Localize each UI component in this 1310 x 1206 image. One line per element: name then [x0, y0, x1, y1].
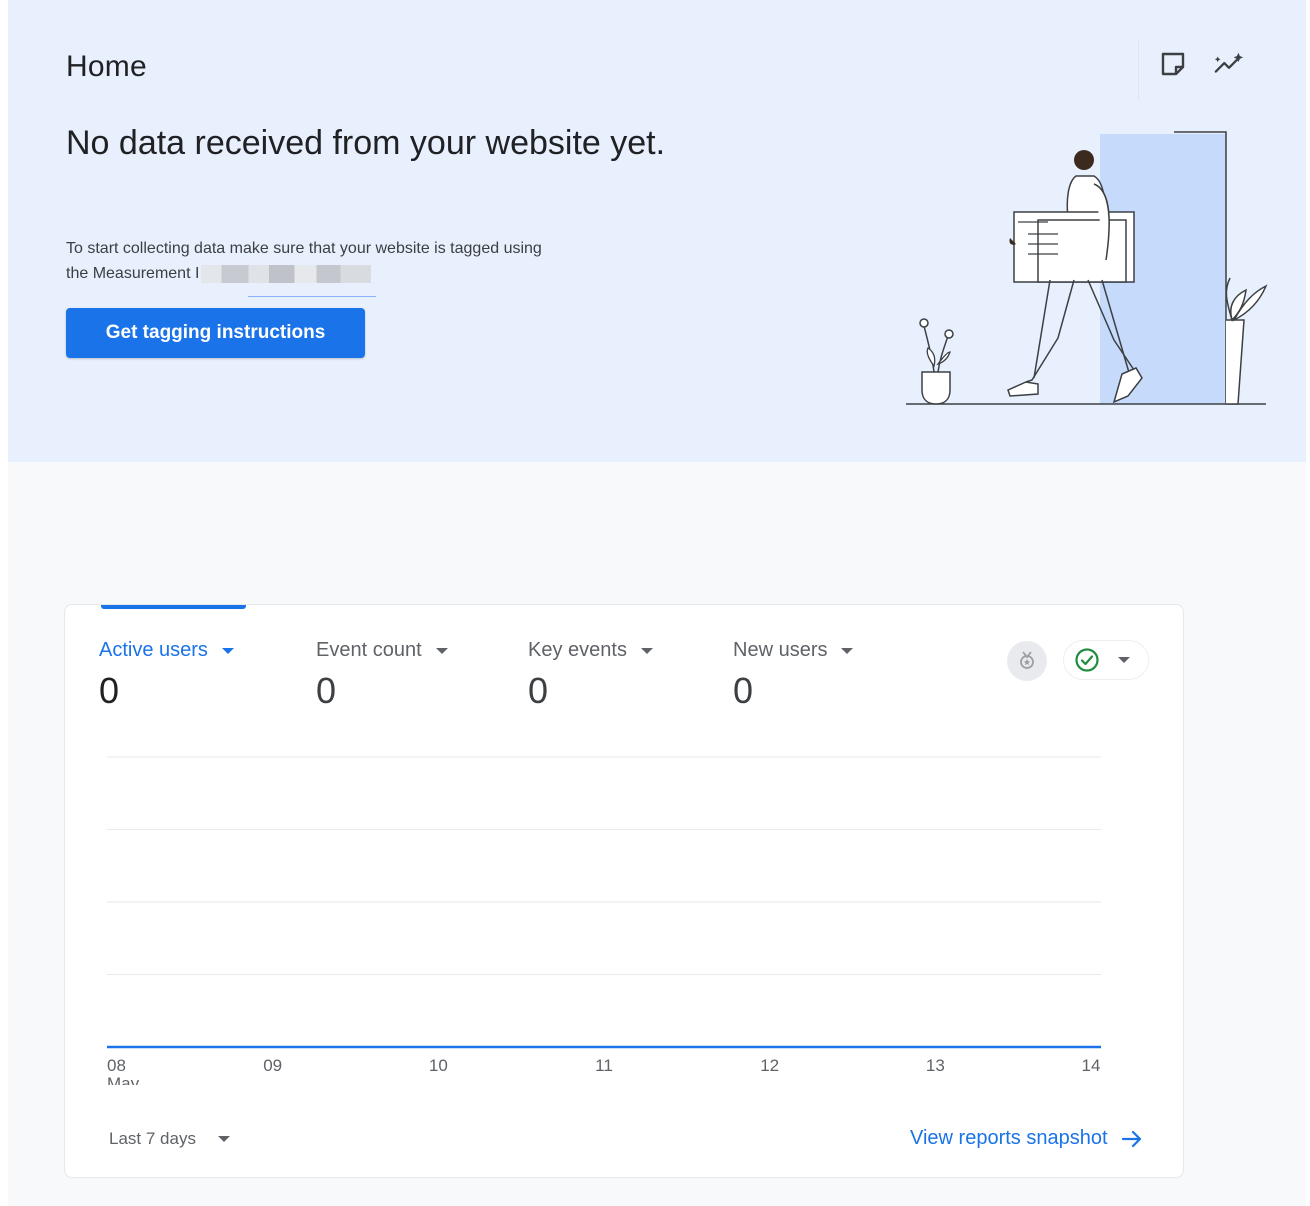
metric-tab-key-events[interactable]: Key events 0: [528, 639, 653, 712]
get-tagging-instructions-button[interactable]: Get tagging instructions: [66, 308, 365, 358]
metric-value: 0: [733, 670, 754, 711]
trending-sparkle-icon[interactable]: [1213, 48, 1245, 80]
metric-tab-event-count[interactable]: Event count 0: [316, 639, 448, 712]
dropdown-caret-icon: [221, 647, 234, 654]
onboarding-banner: Home No data received from your website …: [8, 0, 1306, 462]
dropdown-caret-icon: [435, 647, 448, 654]
data-quality-status-dropdown[interactable]: [1063, 640, 1149, 680]
x-tick-label: 08: [107, 1056, 126, 1075]
view-reports-snapshot-link[interactable]: View reports snapshot: [910, 1127, 1144, 1150]
x-tick-label: 09: [263, 1056, 282, 1075]
metric-label: Active users: [99, 639, 208, 661]
insights-note-icon[interactable]: [1157, 48, 1189, 80]
x-tick-label: 10: [429, 1056, 448, 1075]
banner-headline: No data received from your website yet.: [66, 124, 666, 162]
metric-tab-active-users[interactable]: Active users 0: [99, 639, 234, 712]
active-tab-indicator: [101, 605, 246, 609]
redacted-link-underline: [248, 296, 376, 297]
banner-description: To start collecting data make sure that …: [66, 236, 646, 286]
date-range-label: Last 7 days: [109, 1129, 196, 1148]
metric-value: 0: [528, 670, 549, 711]
active-users-line-chart: 08 09 10 11 12 13 14 May: [107, 756, 1101, 1085]
date-range-dropdown[interactable]: Last 7 days: [109, 1129, 230, 1149]
dropdown-caret-icon: [1118, 657, 1130, 663]
metrics-card: Active users 0 Event count 0 Key events …: [64, 604, 1184, 1178]
metric-value: 0: [316, 670, 337, 711]
x-tick-label: 13: [926, 1056, 945, 1075]
x-tick-label: 12: [760, 1056, 779, 1075]
metric-value: 0: [99, 670, 120, 711]
page-title: Home: [66, 50, 147, 83]
banner-description-line2: the Measurement I: [66, 265, 200, 282]
check-circle-icon: [1075, 648, 1099, 672]
dropdown-caret-icon: [640, 647, 653, 654]
walking-person-illustration: [906, 131, 1268, 405]
header-actions: [1138, 40, 1279, 100]
banner-description-line1: To start collecting data make sure that …: [66, 240, 542, 257]
insights-badge-icon[interactable]: [1007, 641, 1047, 681]
left-edge: [0, 0, 8, 1206]
x-tick-label: 11: [595, 1056, 613, 1075]
arrow-right-icon: [1121, 1130, 1141, 1147]
view-reports-snapshot-label: View reports snapshot: [910, 1127, 1108, 1149]
dropdown-caret-icon: [217, 1136, 230, 1142]
metric-label: Event count: [316, 639, 422, 661]
x-tick-label: 14: [1082, 1056, 1101, 1075]
dropdown-caret-icon: [841, 647, 854, 654]
metric-tab-new-users[interactable]: New users 0: [733, 639, 854, 712]
metric-label: Key events: [528, 639, 627, 661]
right-edge: [1306, 0, 1310, 1206]
redacted-measurement-id: [201, 264, 372, 283]
x-tick-sublabel: May: [107, 1074, 140, 1085]
metric-label: New users: [733, 639, 828, 661]
